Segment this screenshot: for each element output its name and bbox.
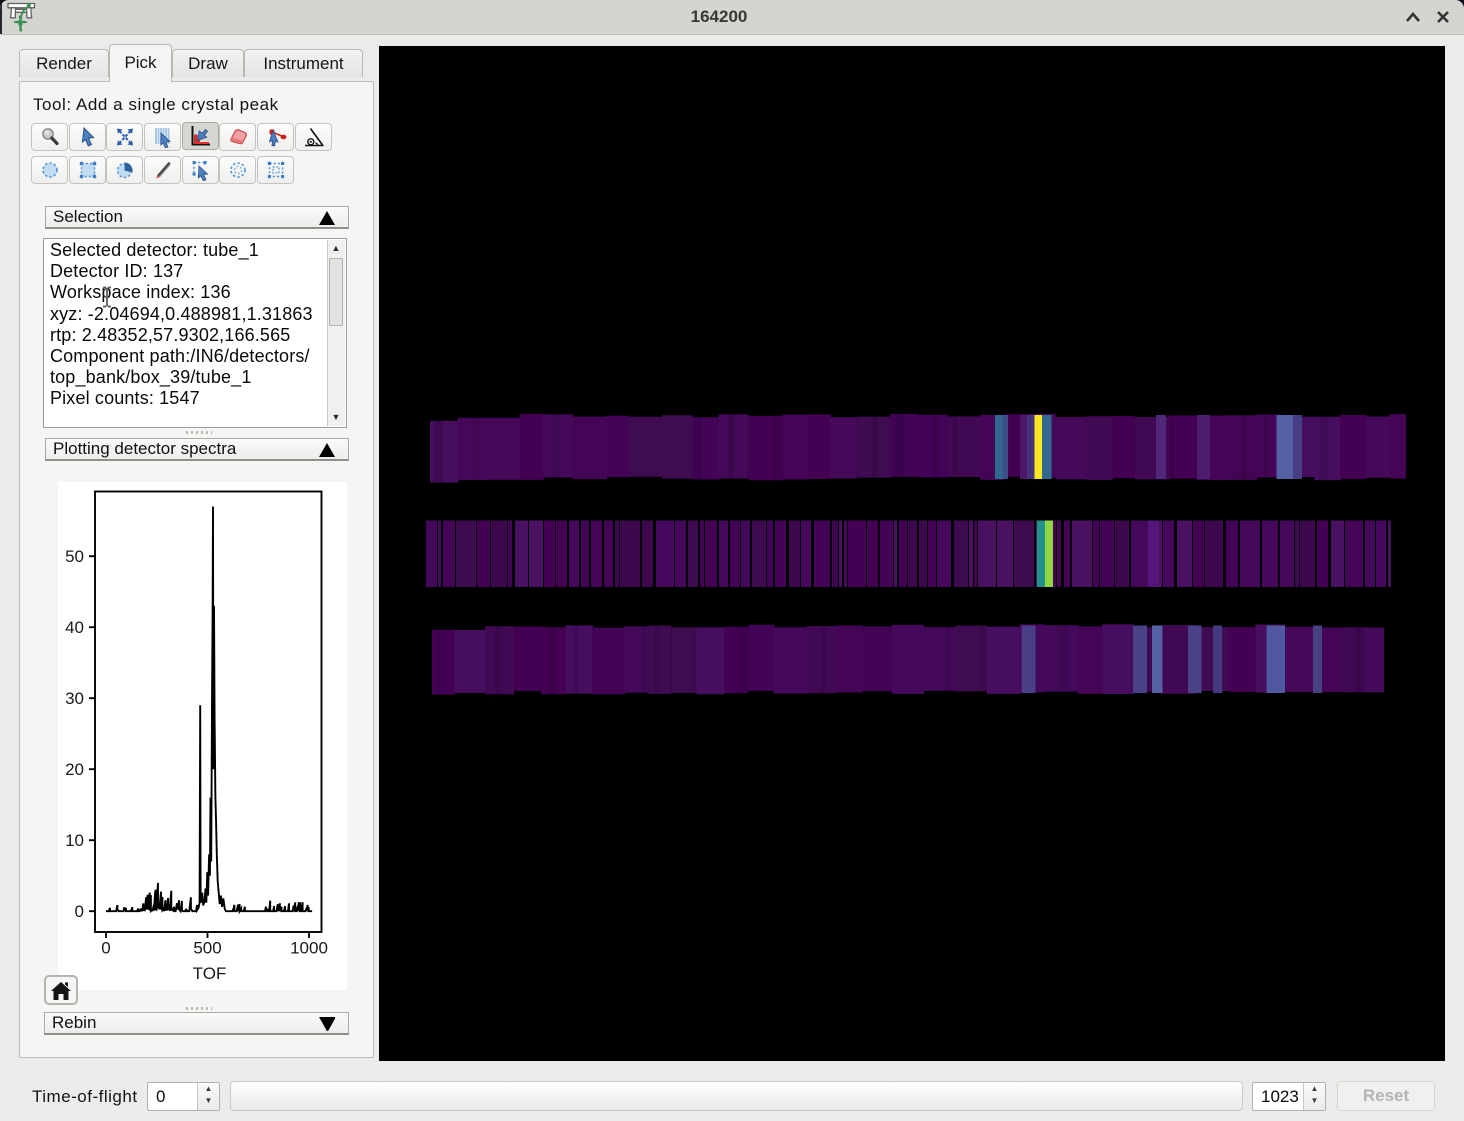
svg-text:50: 50	[65, 547, 84, 566]
svg-text:30: 30	[65, 689, 84, 708]
svg-text:0: 0	[101, 939, 110, 958]
svg-text:0: 0	[75, 902, 84, 921]
svg-text:20: 20	[65, 760, 84, 779]
svg-text:500: 500	[193, 939, 221, 958]
svg-text:1000: 1000	[290, 939, 328, 958]
svg-text:10: 10	[65, 831, 84, 850]
svg-text:40: 40	[65, 618, 84, 637]
svg-text:TOF: TOF	[193, 964, 227, 983]
